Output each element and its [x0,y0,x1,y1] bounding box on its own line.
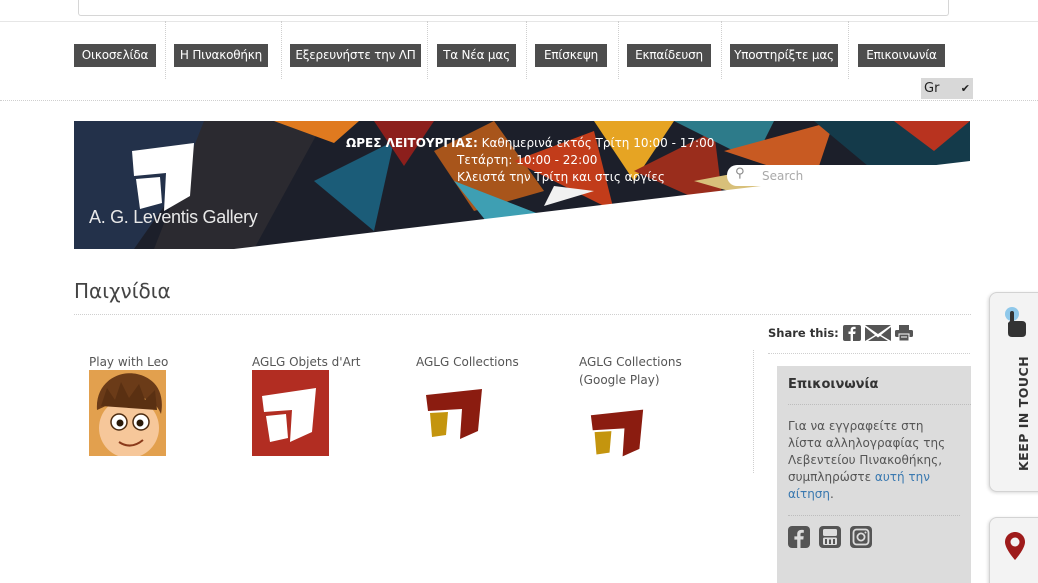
opening-hours: ΩΡΕΣ ΛΕΙΤΟΥΡΓΙΑΣ: Καθημερινά εκτός Τρίτη… [346,135,714,186]
nav-item-visit[interactable]: Επίσκεψη [535,44,607,67]
contact-panel: Επικοινωνία Για να εγγραφείτε στη λίστα … [777,366,971,583]
newsletter-suffix: . [830,487,834,501]
social-links [788,526,960,548]
game-item-collections[interactable]: AGLG Collections [416,353,546,439]
email-icon[interactable] [864,325,891,341]
keep-in-touch-label: KEEP IN TOUCH [1016,355,1031,471]
search-input[interactable] [762,167,952,184]
nav-separator [848,21,849,79]
aglg-collections-logo-icon[interactable] [424,389,484,439]
aglg-red-logo-icon[interactable] [252,370,329,456]
contact-divider [788,515,960,516]
content-separator [753,350,754,473]
hours-line-weekdays: Καθημερινά εκτός Τρίτη 10:00 - 17:00 [481,136,715,150]
top-divider [0,21,1038,22]
game-item-play-with-leo[interactable]: Play with Leo [89,353,219,456]
nav-separator [618,21,619,79]
nav-item-home[interactable]: Οικοσελίδα [74,44,156,67]
nav-item-explore[interactable]: Εξερευνήστε την ΛΠ [290,44,421,67]
keep-in-touch-tab[interactable]: KEEP IN TOUCH [989,292,1038,492]
map-pin-icon [1005,532,1025,560]
location-tab[interactable] [989,517,1038,583]
facebook-icon[interactable] [788,526,810,548]
hours-line-closed: Κλειστά την Τρίτη και στις αργίες [457,170,665,184]
nav-item-support[interactable]: Υποστηρίξτε μας [730,44,838,67]
nav-separator [427,21,428,79]
game-title[interactable]: AGLG Collections (Google Play) [579,353,729,389]
youtube-icon[interactable] [819,526,841,548]
search-box: ⚲ [727,165,967,186]
search-icon[interactable]: ⚲ [735,166,745,181]
language-select[interactable]: Gr ✔ [921,78,973,99]
newsletter-text: Για να εγγραφείτε στη λίστα αλληλογραφία… [788,418,960,503]
contact-divider [788,404,971,405]
title-divider [74,314,971,315]
instagram-icon[interactable] [850,526,872,548]
language-value: Gr [924,81,940,96]
page-title: Παιχνίδια [74,279,171,303]
header-divider [0,100,1038,101]
nav-separator [526,21,527,79]
share-divider [768,353,970,354]
print-icon[interactable] [894,325,913,341]
game-item-collections-google-play[interactable]: AGLG Collections (Google Play) [579,353,729,457]
nav-item-education[interactable]: Εκπαίδευση [627,44,711,67]
nav-separator [721,21,722,79]
nav-item-news[interactable]: Τα Νέα μας [437,44,516,67]
share-bar: Share this: [768,325,913,341]
nav-separator [165,21,166,79]
facebook-icon[interactable] [842,325,861,341]
nav-item-gallery[interactable]: Η Πινακοθήκη [174,44,268,67]
game-title[interactable]: AGLG Objets d'Art [252,353,382,371]
game-item-objets-dart[interactable]: AGLG Objets d'Art [252,353,382,456]
aglg-collections-logo-icon[interactable] [589,409,645,457]
chevron-down-icon: ✔ [960,82,970,95]
hours-label: ΩΡΕΣ ΛΕΙΤΟΥΡΓΙΑΣ: [346,136,478,150]
contact-title: Επικοινωνία [788,377,879,392]
leo-avatar-icon[interactable] [89,370,166,456]
share-label: Share this: [768,326,839,340]
nav-separator [281,21,282,79]
touch-hand-icon [1005,307,1026,337]
game-title[interactable]: Play with Leo [89,353,219,371]
nav-item-contact[interactable]: Επικοινωνία [858,44,945,67]
hero-banner: ΩΡΕΣ ΛΕΙΤΟΥΡΓΙΑΣ: Καθημερινά εκτός Τρίτη… [74,121,970,249]
gallery-logo-text: A. G. Leventis Gallery [89,207,258,227]
hours-line-wednesday: Τετάρτη: 10:00 - 22:00 [457,153,598,167]
game-title[interactable]: AGLG Collections [416,353,546,371]
top-search-box [78,0,949,16]
